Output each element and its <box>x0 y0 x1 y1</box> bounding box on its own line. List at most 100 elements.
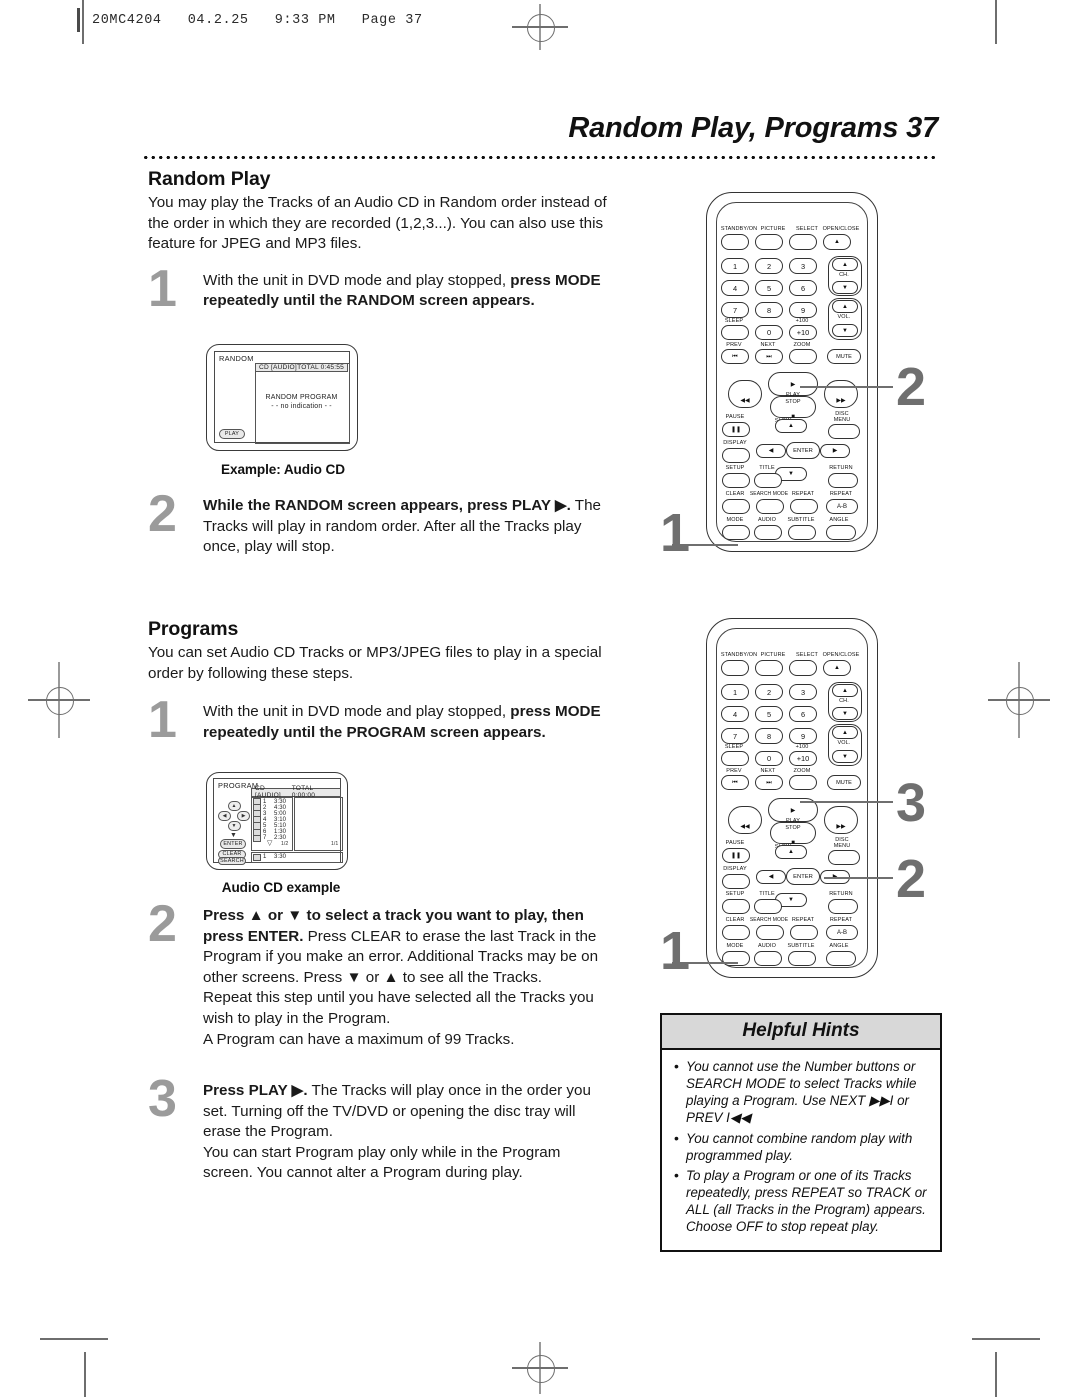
remote-button-select[interactable] <box>789 660 817 676</box>
remote-button-mute[interactable]: MUTE <box>827 349 861 364</box>
remote-button-number-4[interactable]: 4 <box>721 706 749 722</box>
remote-button-number-6[interactable]: 6 <box>789 706 817 722</box>
remote-button-ch-down[interactable]: ▼ <box>832 281 858 294</box>
remote-button-setup[interactable] <box>722 899 750 914</box>
remote-button-repeat[interactable] <box>790 499 818 514</box>
remote-button-number-3[interactable]: 3 <box>789 684 817 700</box>
remote-label-angle: ANGLE <box>829 943 849 949</box>
remote-button-angle[interactable] <box>826 951 856 966</box>
remote-button-next[interactable]: ⏭ <box>755 349 783 364</box>
remote-button-number-8[interactable]: 8 <box>755 302 783 318</box>
remote-button-title[interactable] <box>754 899 782 914</box>
remote-button-nav-right[interactable]: ▶ <box>820 444 850 458</box>
remote-button-vol-up[interactable]: ▲ <box>832 726 858 739</box>
remote-button-enter[interactable]: ENTER <box>786 868 820 885</box>
remote-button-play[interactable]: ▶ PLAY <box>768 372 818 398</box>
remote-button-disc-menu[interactable] <box>828 850 860 865</box>
remote-button-number-6[interactable]: 6 <box>789 280 817 296</box>
remote-button-sleep[interactable] <box>721 751 749 766</box>
remote-button-repeat[interactable] <box>790 925 818 940</box>
remote-button-subtitle[interactable] <box>788 525 816 540</box>
remote-button-number-7[interactable]: 7 <box>721 728 749 744</box>
remote-button-number-0[interactable]: 0 <box>755 751 783 766</box>
remote-button-rewind[interactable]: ◀◀ <box>728 380 762 408</box>
remote-button-vol-down[interactable]: ▼ <box>832 750 858 763</box>
remote-button-plus10[interactable]: +10 <box>789 325 817 340</box>
remote-button-number-0[interactable]: 0 <box>755 325 783 340</box>
remote-button-vol-up[interactable]: ▲ <box>832 300 858 313</box>
remote-button-nav-up[interactable]: ▲ <box>775 419 807 433</box>
remote-label-display: DISPLAY <box>723 866 747 872</box>
remote-button-pause[interactable]: ❚❚ <box>722 422 750 437</box>
remote-button-number-2[interactable]: 2 <box>755 684 783 700</box>
remote-button-number-9[interactable]: 9 <box>789 728 817 744</box>
remote-button-return[interactable] <box>828 899 858 914</box>
remote-button-audio[interactable] <box>754 525 782 540</box>
remote-button-subtitle[interactable] <box>788 951 816 966</box>
remote-button-mute[interactable]: MUTE <box>827 775 861 790</box>
remote-button-fast-forward[interactable]: ▶▶ <box>824 806 858 834</box>
remote-button-vol-down[interactable]: ▼ <box>832 324 858 337</box>
programs-step-2-number: 2 <box>148 895 177 953</box>
remote-button-display[interactable] <box>722 874 750 889</box>
remote-button-search-mode[interactable] <box>756 925 784 940</box>
remote-button-prev[interactable]: ⏮ <box>721 775 749 790</box>
remote-button-open-close[interactable]: ▲ <box>823 234 851 250</box>
down-icon: ▼ <box>842 753 848 760</box>
remote-button-angle[interactable] <box>826 525 856 540</box>
remote-button-nav-left[interactable]: ◀ <box>756 444 786 458</box>
remote-button-enter[interactable]: ENTER <box>786 442 820 459</box>
remote-button-nav-up[interactable]: ▲ <box>775 845 807 859</box>
remote-button-number-5[interactable]: 5 <box>755 706 783 722</box>
remote-button-prev[interactable]: ⏮ <box>721 349 749 364</box>
remote-button-pause[interactable]: ❚❚ <box>722 848 750 863</box>
remote-button-number-3[interactable]: 3 <box>789 258 817 274</box>
up-icon: ▲ <box>788 849 794 855</box>
remote-button-rewind[interactable]: ◀◀ <box>728 806 762 834</box>
remote-button-ch-up[interactable]: ▲ <box>832 684 858 697</box>
remote-button-search-mode[interactable] <box>756 499 784 514</box>
track-icon <box>253 834 261 843</box>
remote-button-zoom[interactable] <box>789 349 817 364</box>
remote-button-title[interactable] <box>754 473 782 488</box>
remote-button-repeat-ab[interactable]: A-B <box>826 925 858 940</box>
remote-button-audio[interactable] <box>754 951 782 966</box>
remote-button-standby-on[interactable] <box>721 234 749 250</box>
remote-button-number-7[interactable]: 7 <box>721 302 749 318</box>
remote-button-number-4[interactable]: 4 <box>721 280 749 296</box>
remote-label-angle: ANGLE <box>829 517 849 523</box>
callout-lead-bottom-3 <box>800 801 893 803</box>
remote-button-ch-down[interactable]: ▼ <box>832 707 858 720</box>
remote-label-disc-menu: DISC MENU <box>833 411 851 423</box>
remote-button-display[interactable] <box>722 448 750 463</box>
remote-button-stop[interactable]: STOP ■ <box>770 822 816 846</box>
remote-button-zoom[interactable] <box>789 775 817 790</box>
remote-button-repeat-ab[interactable]: A-B <box>826 499 858 514</box>
remote-button-number-5[interactable]: 5 <box>755 280 783 296</box>
remote-button-number-9[interactable]: 9 <box>789 302 817 318</box>
remote-button-clear[interactable] <box>722 499 750 514</box>
remote-button-picture[interactable] <box>755 660 783 676</box>
remote-button-stop[interactable]: STOP ■ <box>770 396 816 420</box>
remote-button-picture[interactable] <box>755 234 783 250</box>
remote-button-number-2[interactable]: 2 <box>755 258 783 274</box>
left-icon: ◀ <box>768 874 774 880</box>
remote-button-disc-menu[interactable] <box>828 424 860 439</box>
remote-button-number-8[interactable]: 8 <box>755 728 783 744</box>
remote-button-open-close[interactable]: ▲ <box>823 660 851 676</box>
remote-button-number-1[interactable]: 1 <box>721 684 749 700</box>
remote-button-nav-left[interactable]: ◀ <box>756 870 786 884</box>
remote-button-plus10[interactable]: +10 <box>789 751 817 766</box>
remote-button-number-1[interactable]: 1 <box>721 258 749 274</box>
remote-button-select[interactable] <box>789 234 817 250</box>
remote-button-next[interactable]: ⏭ <box>755 775 783 790</box>
eject-icon: ▲ <box>834 239 840 245</box>
remote-button-return[interactable] <box>828 473 858 488</box>
remote-button-setup[interactable] <box>722 473 750 488</box>
remote-button-ch-up[interactable]: ▲ <box>832 258 858 271</box>
remote-button-mode[interactable] <box>722 525 750 540</box>
remote-button-sleep[interactable] <box>721 325 749 340</box>
remote-button-fast-forward[interactable]: ▶▶ <box>824 380 858 408</box>
remote-button-clear[interactable] <box>722 925 750 940</box>
remote-button-standby-on[interactable] <box>721 660 749 676</box>
